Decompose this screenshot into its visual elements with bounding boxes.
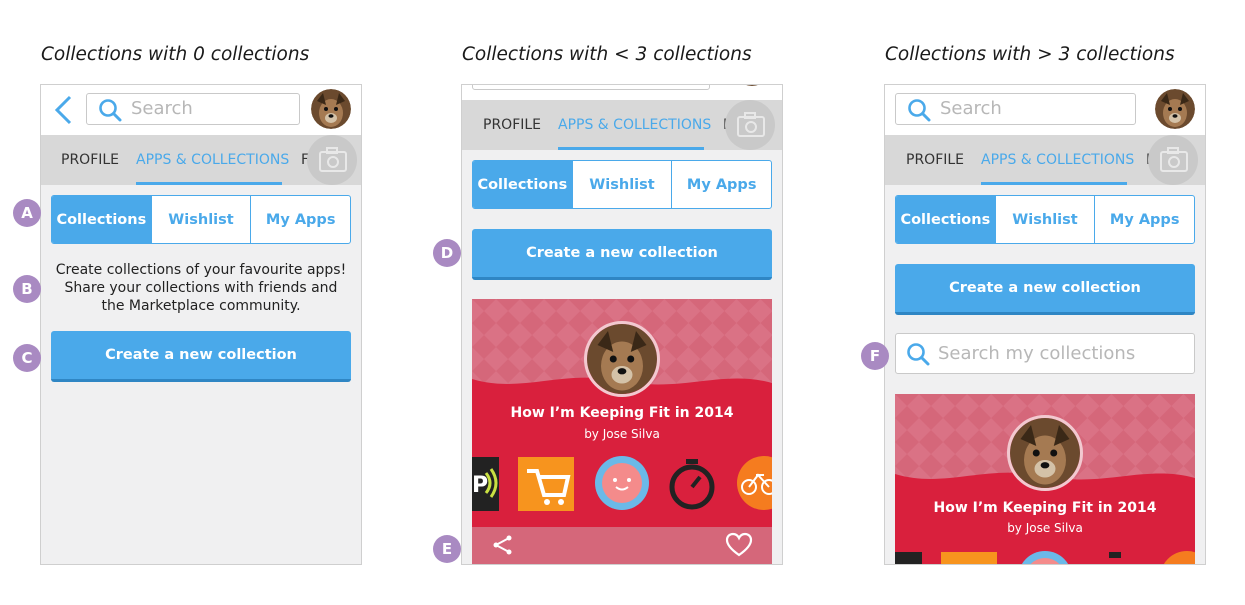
avatar[interactable] — [1155, 89, 1195, 129]
annotation-marker-c: C — [13, 344, 41, 372]
segment-collections[interactable]: Collections — [896, 196, 995, 243]
app-icon-shopping-cart — [518, 457, 574, 511]
create-collection-button[interactable]: Create a new collection — [472, 229, 772, 280]
app-icon-shopping-cart — [941, 552, 997, 564]
caption-zero-collections: Collections with 0 collections — [41, 44, 310, 65]
tab-profile[interactable]: PROFILE — [483, 117, 541, 133]
search-input[interactable]: Search — [895, 93, 1136, 125]
profile-tab-bar: PROFILE APPS & COLLECTIONS F — [41, 135, 361, 185]
svg-text:P: P — [472, 473, 488, 498]
phone-screen-zero: Search PROFILE APPS & COLLECTIONS F Coll… — [40, 84, 362, 565]
app-icon-bike — [1163, 551, 1195, 564]
search-placeholder: Search — [940, 98, 1002, 119]
empty-line-2: Share your collections with friends and — [64, 280, 338, 296]
empty-state-text: Create collections of your favourite app… — [41, 261, 361, 315]
app-icon-nfc — [895, 552, 922, 564]
app-icon-face — [595, 456, 649, 510]
avatar-scrolled[interactable] — [732, 85, 772, 86]
annotation-marker-a: A — [13, 199, 41, 227]
card-avatar — [1007, 415, 1083, 491]
profile-tab-bar: PROFILE APPS & COLLECTIONS F — [462, 100, 782, 150]
tab-profile[interactable]: PROFILE — [61, 152, 119, 168]
search-icon — [907, 343, 930, 366]
tab-apps-collections[interactable]: APPS & COLLECTIONS — [981, 152, 1134, 168]
camera-icon — [737, 112, 765, 137]
app-icon-bike — [737, 456, 772, 510]
active-tab-underline — [136, 182, 282, 185]
collection-card[interactable]: How I’m Keeping Fit in 2014 by Jose Silv… — [895, 394, 1195, 564]
camera-button[interactable] — [725, 100, 775, 150]
card-author: by Jose Silva — [584, 427, 660, 441]
segment-collections[interactable]: Collections — [473, 161, 572, 208]
tab-apps-collections[interactable]: APPS & COLLECTIONS — [136, 152, 289, 168]
top-bar: Search — [885, 85, 1205, 135]
active-tab-underline — [981, 182, 1127, 185]
create-collection-button[interactable]: Create a new collection — [895, 264, 1195, 315]
share-icon[interactable] — [491, 533, 515, 557]
search-placeholder: Search — [131, 98, 193, 119]
card-app-icons — [895, 551, 1195, 564]
empty-line-1: Create collections of your favourite app… — [55, 262, 347, 278]
collection-segment-control: Collections Wishlist My Apps — [472, 160, 772, 209]
top-bar: Search — [41, 85, 361, 135]
search-collections-input[interactable]: Search my collections — [895, 333, 1195, 374]
heart-icon[interactable] — [725, 532, 753, 558]
camera-button[interactable] — [307, 135, 357, 185]
collection-segment-control: Collections Wishlist My Apps — [51, 195, 351, 244]
camera-icon — [319, 147, 347, 172]
tab-apps-collections[interactable]: APPS & COLLECTIONS — [558, 117, 711, 133]
annotation-marker-e: E — [433, 535, 461, 563]
card-avatar — [584, 321, 660, 397]
search-icon — [99, 99, 122, 122]
app-icon-nfc: P — [472, 457, 499, 511]
collection-segment-control: Collections Wishlist My Apps — [895, 195, 1195, 244]
segment-my-apps[interactable]: My Apps — [250, 196, 350, 243]
search-icon — [908, 99, 931, 122]
empty-line-3: the Marketplace community. — [101, 298, 301, 314]
segment-wishlist[interactable]: Wishlist — [994, 196, 1095, 243]
profile-tab-bar: PROFILE APPS & COLLECTIONS F — [885, 135, 1205, 185]
active-tab-underline — [558, 147, 704, 150]
back-chevron-icon[interactable] — [53, 95, 75, 125]
card-title: How I’m Keeping Fit in 2014 — [510, 405, 734, 421]
camera-icon — [1160, 147, 1188, 172]
segment-collections[interactable]: Collections — [52, 196, 151, 243]
caption-few-collections: Collections with < 3 collections — [462, 44, 752, 65]
card-title: How I’m Keeping Fit in 2014 — [933, 500, 1157, 516]
app-icon-stopwatch — [669, 459, 715, 510]
phone-screen-many: Search PROFILE APPS & COLLECTIONS F Coll… — [884, 84, 1206, 565]
camera-button[interactable] — [1148, 135, 1198, 185]
card-app-icons: P — [472, 456, 772, 511]
search-input-scrolled[interactable] — [472, 85, 710, 90]
collection-card[interactable]: How I’m Keeping Fit in 2014 by Jose Silv… — [472, 299, 772, 564]
annotation-marker-f: F — [861, 342, 889, 370]
tab-profile[interactable]: PROFILE — [906, 152, 964, 168]
annotation-marker-d: D — [433, 239, 461, 267]
search-input[interactable]: Search — [86, 93, 300, 125]
annotation-marker-b: B — [13, 275, 41, 303]
avatar[interactable] — [311, 89, 351, 129]
top-bar-scrolled — [462, 85, 782, 100]
search-collections-placeholder: Search my collections — [938, 343, 1136, 364]
create-collection-button[interactable]: Create a new collection — [51, 331, 351, 382]
card-author: by Jose Silva — [1007, 521, 1083, 535]
segment-my-apps[interactable]: My Apps — [671, 161, 771, 208]
segment-wishlist[interactable]: Wishlist — [571, 161, 672, 208]
segment-wishlist[interactable]: Wishlist — [150, 196, 251, 243]
phone-screen-few: PROFILE APPS & COLLECTIONS F Collections… — [461, 84, 783, 565]
segment-my-apps[interactable]: My Apps — [1094, 196, 1194, 243]
app-icon-stopwatch — [1109, 552, 1121, 558]
caption-many-collections: Collections with > 3 collections — [885, 44, 1175, 65]
